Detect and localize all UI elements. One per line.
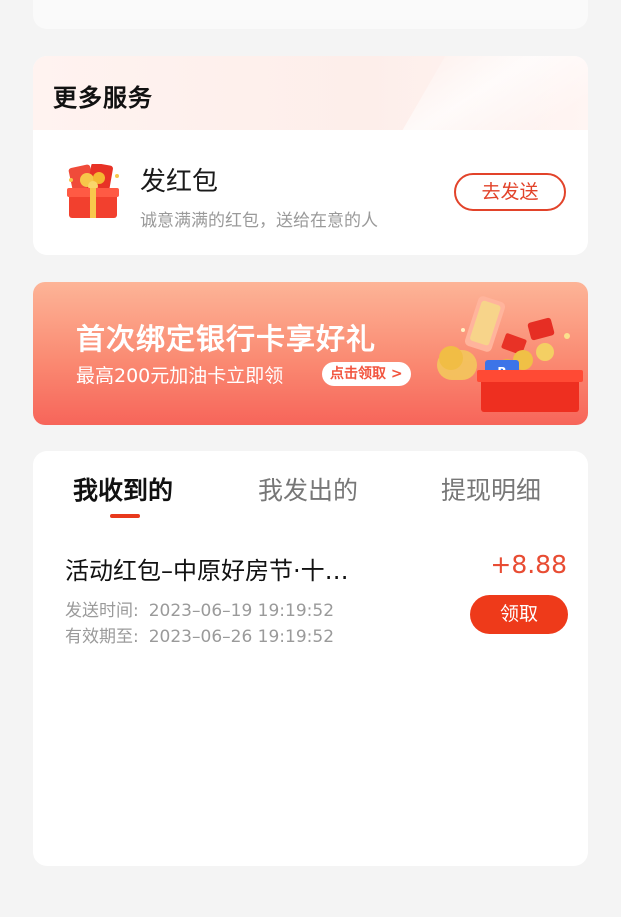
sent-time-value: 2023–06–19 19:19:52 <box>148 601 335 621</box>
expire-time-value: 2023–06–26 19:19:52 <box>148 627 335 647</box>
tab-sent[interactable]: 我发出的 <box>258 471 358 507</box>
record-sent-time: 发送时间: 2023–06–19 19:19:52 <box>65 596 334 621</box>
red-envelope-gift-icon <box>67 164 119 218</box>
records-card: 我收到的 我发出的 提现明细 活动红包–中原好房节·十… +8.88 发送时间:… <box>33 451 588 866</box>
record-expire-time: 有效期至: 2023–06–26 19:19:52 <box>65 622 334 647</box>
more-services-header: 更多服务 <box>33 56 588 130</box>
send-red-packet-title: 发红包 <box>140 167 219 197</box>
record-amount: +8.88 <box>490 550 567 579</box>
send-red-packet-row[interactable]: 发红包 诚意满满的红包，送给在意的人 去发送 <box>33 130 588 255</box>
send-button[interactable]: 去发送 <box>454 173 566 211</box>
more-services-title: 更多服务 <box>53 84 153 112</box>
banner-title: 首次绑定银行卡享好礼 <box>76 322 377 356</box>
expire-time-label: 有效期至: <box>65 627 139 647</box>
banner-subtitle: 最高200元加油卡立即领 <box>76 365 284 387</box>
claim-button[interactable]: 领取 <box>470 595 568 634</box>
more-services-card: 更多服务 发红包 诚意满满的红包，送给在意的人 去发送 <box>33 56 588 255</box>
top-card <box>33 0 588 29</box>
bind-bank-card-banner[interactable]: 首次绑定银行卡享好礼 最高200元加油卡立即领 点击领取 > B <box>33 282 588 425</box>
tab-withdraw-detail[interactable]: 提现明细 <box>441 471 541 507</box>
record-title: 活动红包–中原好房节·十… <box>65 557 349 585</box>
tab-active-indicator <box>110 514 140 518</box>
tab-received[interactable]: 我收到的 <box>73 471 173 507</box>
banner-claim-button[interactable]: 点击领取 > <box>322 362 411 386</box>
sent-time-label: 发送时间: <box>65 601 139 621</box>
page: 更多服务 发红包 诚意满满的红包，送给在意的人 去发送 首次绑定银行卡享好礼 最… <box>0 0 621 917</box>
send-red-packet-desc: 诚意满满的红包，送给在意的人 <box>140 211 378 231</box>
gift-box-coins-icon: B <box>437 296 583 412</box>
